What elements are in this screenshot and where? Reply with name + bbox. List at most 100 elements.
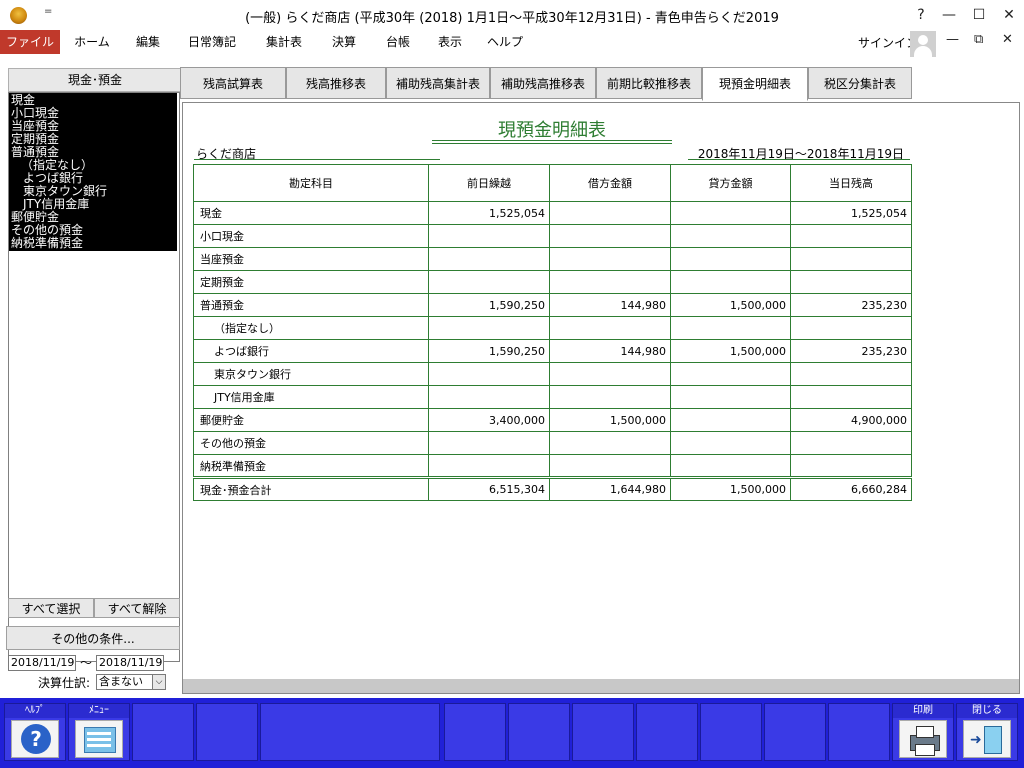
fkey-empty[interactable] bbox=[636, 703, 698, 761]
menu-file[interactable]: ファイル bbox=[0, 30, 60, 54]
avatar[interactable] bbox=[910, 31, 936, 57]
title-bar: = (一般) らくだ商店 (平成30年 (2018) 1月1日～平成30年12月… bbox=[0, 0, 1024, 30]
fkey-empty[interactable] bbox=[508, 703, 570, 761]
table-row[interactable]: 小口現金 bbox=[193, 224, 912, 248]
list-item[interactable]: 納税準備預金 bbox=[11, 237, 175, 250]
chevron-down-icon[interactable]: ⌵ bbox=[152, 674, 166, 690]
closing-entries-label: 決算仕訳: bbox=[38, 676, 91, 690]
close-button[interactable]: ✕ bbox=[994, 4, 1024, 26]
account-cell: 現金 bbox=[193, 201, 429, 225]
tab-prior-comparison[interactable]: 前期比較推移表 bbox=[596, 67, 702, 99]
maximize-button[interactable]: ☐ bbox=[964, 4, 994, 26]
tab-tax-category-summary[interactable]: 税区分集計表 bbox=[808, 67, 912, 99]
date-to-input[interactable]: 2018/11/19 bbox=[96, 655, 164, 671]
menu-summary[interactable]: 集計表 bbox=[254, 30, 314, 54]
period-underline bbox=[688, 159, 910, 160]
doc-restore-button[interactable]: ⧉ bbox=[974, 32, 983, 47]
cash-deposit-table: 勘定科目 前日繰越 借方金額 貸方金額 当日残高 現金 1,525,054 1,52… bbox=[193, 164, 912, 501]
day-balance-cell bbox=[790, 454, 912, 478]
table-row[interactable]: 郵便貯金 3,400,000 1,500,000 4,900,000 bbox=[193, 408, 912, 432]
fkey-close-button[interactable]: 閉じる ➜ bbox=[956, 703, 1018, 761]
account-cell: 納税準備預金 bbox=[193, 454, 429, 478]
closing-entries-select[interactable]: 含まない bbox=[96, 674, 154, 690]
doc-minimize-button[interactable]: — bbox=[946, 32, 959, 47]
minimize-button[interactable]: — bbox=[934, 4, 964, 26]
total-prev-balance-cell: 6,515,304 bbox=[428, 476, 550, 501]
account-list-selected[interactable]: 現金 小口現金 当座預金 定期預金 普通預金 （指定なし） よつば銀行 東京タウ… bbox=[9, 93, 177, 251]
debit-cell bbox=[549, 385, 671, 409]
credit-cell bbox=[670, 224, 791, 248]
fkey-empty[interactable] bbox=[700, 703, 762, 761]
account-list[interactable]: 現金 小口現金 当座預金 定期預金 普通預金 （指定なし） よつば銀行 東京タウ… bbox=[8, 92, 180, 662]
table-row[interactable]: その他の預金 bbox=[193, 431, 912, 455]
fkey-empty[interactable] bbox=[444, 703, 506, 761]
total-debit-cell: 1,644,980 bbox=[549, 476, 671, 501]
report-scroll-area[interactable] bbox=[183, 679, 1019, 693]
fkey-print-label: 印刷 bbox=[893, 704, 953, 718]
table-row[interactable]: 定期預金 bbox=[193, 270, 912, 294]
total-credit-cell: 1,500,000 bbox=[670, 476, 791, 501]
menu-ledger[interactable]: 台帳 bbox=[376, 30, 420, 54]
day-balance-cell bbox=[790, 431, 912, 455]
fkey-empty[interactable] bbox=[196, 703, 258, 761]
credit-cell: 1,500,000 bbox=[670, 339, 791, 363]
deselect-all-button[interactable]: すべて解除 bbox=[94, 598, 180, 618]
credit-cell bbox=[670, 408, 791, 432]
fkey-empty[interactable] bbox=[764, 703, 826, 761]
menu-edit[interactable]: 編集 bbox=[124, 30, 172, 54]
menu-home[interactable]: ホーム bbox=[64, 30, 120, 54]
company-underline bbox=[194, 159, 440, 160]
fkey-close-face: ➜ bbox=[963, 720, 1011, 758]
fkey-empty[interactable] bbox=[828, 703, 890, 761]
fkey-help-button[interactable]: ﾍﾙﾌﾟ ? bbox=[4, 703, 66, 761]
menu-settlement[interactable]: 決算 bbox=[322, 30, 366, 54]
menu-help[interactable]: ヘルプ bbox=[480, 30, 530, 54]
other-conditions-button[interactable]: その他の条件... bbox=[6, 626, 180, 650]
table-row[interactable]: 現金 1,525,054 1,525,054 bbox=[193, 201, 912, 225]
fkey-empty[interactable] bbox=[132, 703, 194, 761]
debit-cell: 144,980 bbox=[549, 293, 671, 317]
tab-trial-balance[interactable]: 残高試算表 bbox=[180, 67, 286, 99]
window-title: (一般) らくだ商店 (平成30年 (2018) 1月1日～平成30年12月31… bbox=[245, 11, 779, 26]
account-cell: その他の預金 bbox=[193, 431, 429, 455]
tab-balance-trend[interactable]: 残高推移表 bbox=[286, 67, 386, 99]
credit-cell bbox=[670, 385, 791, 409]
arrow-right-icon: ➜ bbox=[970, 732, 982, 748]
signin-link[interactable]: サインイン bbox=[858, 34, 918, 51]
prev-balance-cell bbox=[428, 454, 550, 478]
total-row[interactable]: 現金･預金合計 6,515,304 1,644,980 1,500,000 6,660,… bbox=[193, 476, 912, 501]
prev-balance-cell bbox=[428, 247, 550, 271]
table-row[interactable]: 東京タウン銀行 bbox=[193, 362, 912, 386]
credit-cell bbox=[670, 247, 791, 271]
prev-balance-cell: 1,590,250 bbox=[428, 339, 550, 363]
fkey-empty[interactable] bbox=[572, 703, 634, 761]
menu-daily-bookkeeping[interactable]: 日常簿記 bbox=[180, 30, 244, 54]
tab-sub-balance-summary[interactable]: 補助残高集計表 bbox=[386, 67, 490, 99]
prev-balance-cell bbox=[428, 224, 550, 248]
doc-close-button[interactable]: ✕ bbox=[1002, 32, 1013, 47]
fkey-print-button[interactable]: 印刷 bbox=[892, 703, 954, 761]
fkey-empty[interactable] bbox=[260, 703, 440, 761]
fkey-close-label: 閉じる bbox=[957, 704, 1017, 718]
col-day-balance: 当日残高 bbox=[790, 164, 912, 202]
table-row[interactable]: （指定なし） bbox=[193, 316, 912, 340]
col-prev-balance: 前日繰越 bbox=[428, 164, 550, 202]
table-row[interactable]: よつば銀行 1,590,250 144,980 1,500,000 235,230 bbox=[193, 339, 912, 363]
tab-sub-balance-trend[interactable]: 補助残高推移表 bbox=[490, 67, 596, 99]
menu-icon bbox=[84, 727, 116, 753]
table-row[interactable]: 納税準備預金 bbox=[193, 454, 912, 478]
help-icon[interactable]: ? bbox=[906, 4, 936, 26]
table-row[interactable]: 普通預金 1,590,250 144,980 1,500,000 235,230 bbox=[193, 293, 912, 317]
debit-cell bbox=[549, 247, 671, 271]
credit-cell bbox=[670, 201, 791, 225]
tab-cash-deposit-detail[interactable]: 現預金明細表 bbox=[702, 67, 808, 101]
select-all-button[interactable]: すべて選択 bbox=[8, 598, 94, 618]
table-row[interactable]: JTY信用金庫 bbox=[193, 385, 912, 409]
fkey-menu-button[interactable]: ﾒﾆｭｰ bbox=[68, 703, 130, 761]
prev-balance-cell: 3,400,000 bbox=[428, 408, 550, 432]
date-from-input[interactable]: 2018/11/19 bbox=[8, 655, 76, 671]
table-row[interactable]: 当座預金 bbox=[193, 247, 912, 271]
menu-view[interactable]: 表示 bbox=[428, 30, 472, 54]
total-account-cell: 現金･預金合計 bbox=[193, 476, 429, 501]
day-balance-cell: 4,900,000 bbox=[790, 408, 912, 432]
